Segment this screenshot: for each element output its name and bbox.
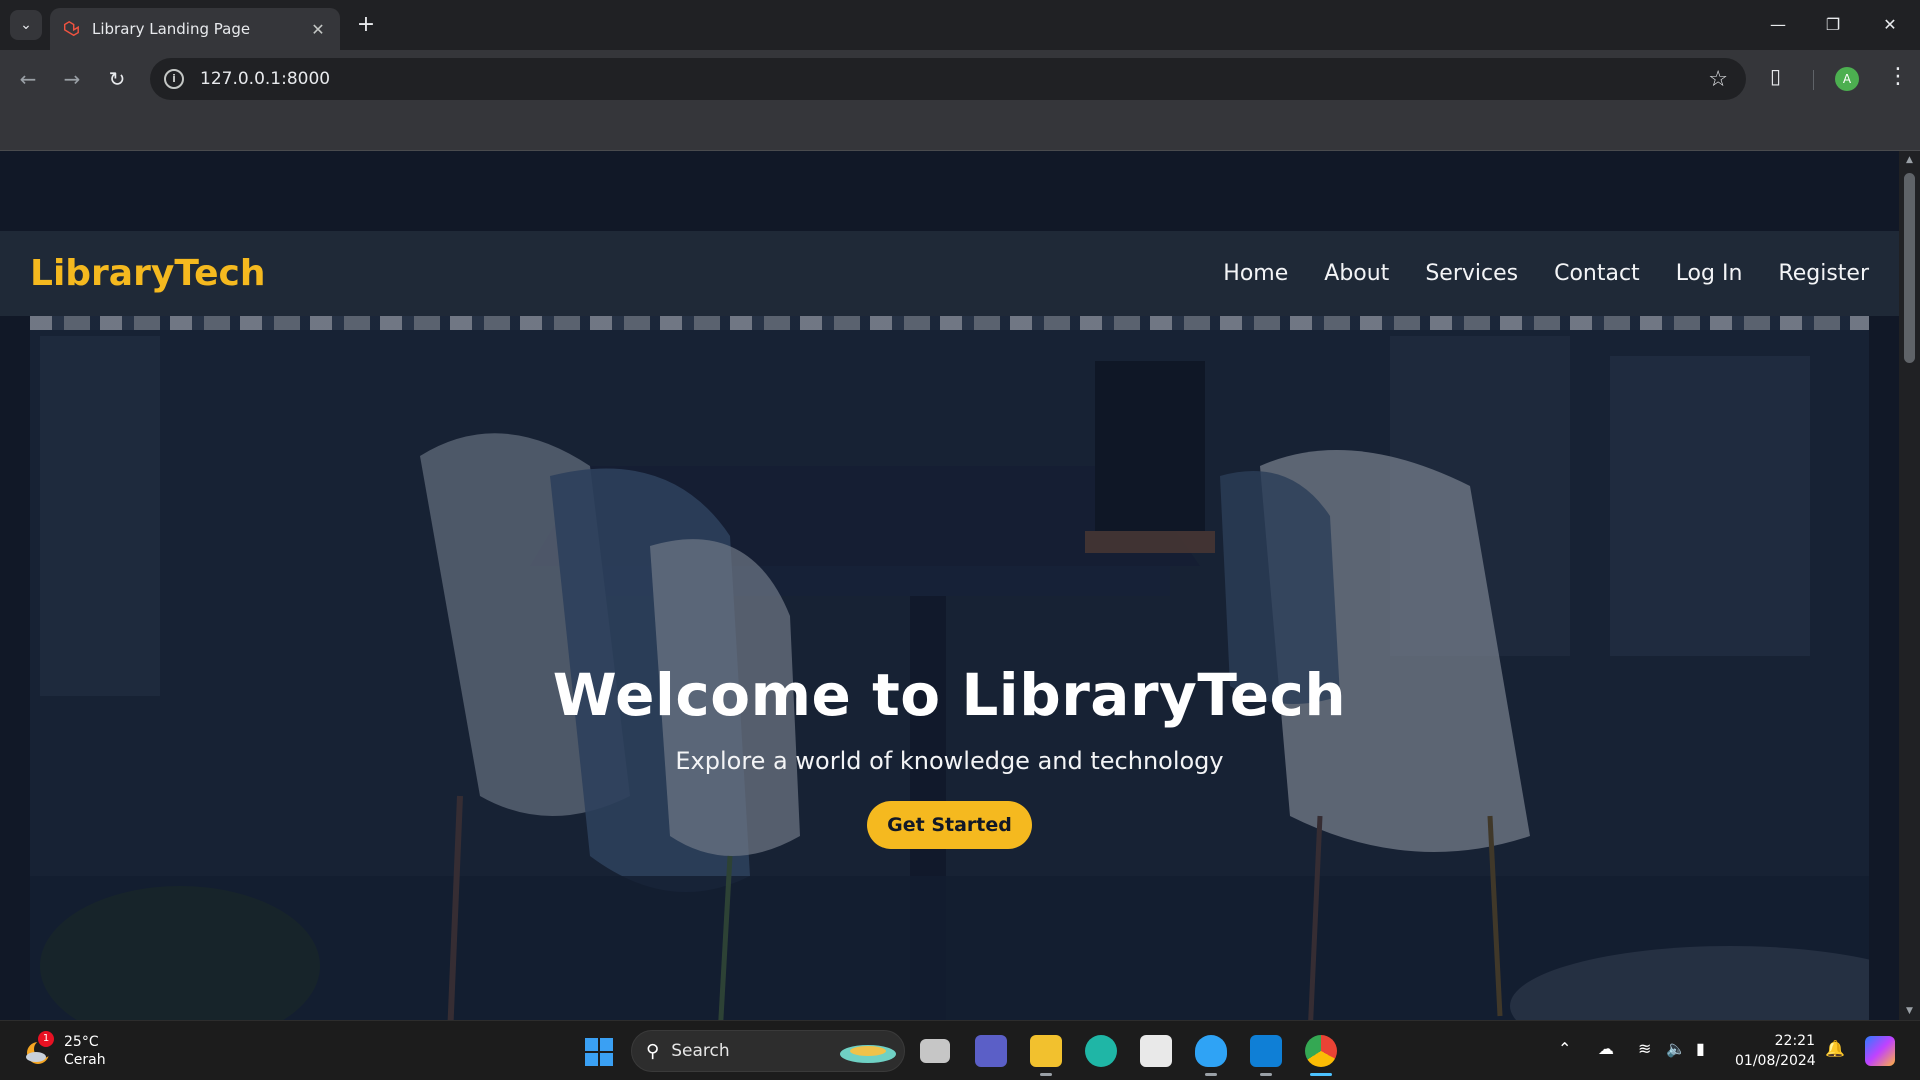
vscode-icon[interactable] (1250, 1035, 1282, 1067)
nav-link-services[interactable]: Services (1425, 261, 1518, 286)
url-text[interactable]: 127.0.0.1:8000 (200, 69, 330, 89)
file-explorer-icon[interactable] (1030, 1035, 1062, 1067)
laravel-favicon-icon (63, 20, 79, 37)
volume-icon[interactable]: 🔈 (1666, 1039, 1686, 1058)
notification-bell-icon[interactable]: 🔔 (1825, 1039, 1845, 1058)
nav-link-about[interactable]: About (1324, 261, 1389, 286)
get-started-button[interactable]: Get Started (867, 801, 1032, 849)
search-highlight-icon (840, 1045, 896, 1063)
bookmark-star-icon[interactable]: ☆ (1708, 67, 1728, 92)
wifi-icon[interactable]: ≋ (1638, 1039, 1651, 1058)
page-scrollbar[interactable]: ▲ ▼ (1899, 151, 1920, 1020)
nav-link-login[interactable]: Log In (1676, 261, 1743, 286)
nav-link-register[interactable]: Register (1778, 261, 1869, 286)
browser-toolbar: ← → ↻ i 127.0.0.1:8000 ☆ ▯ A ⋮ (0, 50, 1920, 108)
file-explorer-indicator (1040, 1073, 1052, 1076)
nav-links: Home About Services Contact Log In Regis… (1223, 261, 1869, 286)
weather-moon-icon: 1 (24, 1031, 56, 1067)
site-info-icon[interactable]: i (164, 69, 184, 89)
battery-icon[interactable]: ▮ (1696, 1039, 1705, 1058)
active-tab[interactable]: Library Landing Page ✕ (50, 8, 340, 50)
edge-icon[interactable] (1085, 1035, 1117, 1067)
clock-time: 22:21 (1774, 1033, 1815, 1049)
tray-chevron-up-icon[interactable]: ⌃ (1558, 1039, 1571, 1058)
scroll-down-icon[interactable]: ▼ (1899, 1006, 1920, 1016)
taskbar: 1 25°C Cerah ⚲ Search ⌃ ☁ ≋ 🔈 ▮ 22:21 01… (0, 1020, 1920, 1080)
back-icon[interactable]: ← (13, 64, 43, 94)
extensions-icon[interactable]: ▯ (1770, 64, 1781, 88)
close-window-icon[interactable]: ✕ (1870, 8, 1910, 42)
search-label: Search (671, 1041, 730, 1061)
restore-icon[interactable]: ❐ (1813, 8, 1853, 42)
toolbar-divider (1813, 70, 1814, 90)
taskbar-search[interactable]: ⚲ Search (631, 1030, 905, 1072)
weather-desc: Cerah (64, 1052, 106, 1068)
address-bar[interactable]: i 127.0.0.1:8000 ☆ (150, 58, 1746, 100)
nav-link-contact[interactable]: Contact (1554, 261, 1640, 286)
forward-icon[interactable]: → (57, 64, 87, 94)
copilot-icon[interactable] (1865, 1036, 1895, 1066)
store-icon[interactable] (1140, 1035, 1172, 1067)
minimize-icon[interactable]: — (1758, 8, 1798, 42)
menu-kebab-icon[interactable]: ⋮ (1887, 64, 1909, 89)
chrome-active-indicator (1310, 1073, 1332, 1076)
app-icon[interactable] (1195, 1035, 1227, 1067)
scroll-up-icon[interactable]: ▲ (1899, 155, 1920, 165)
search-icon: ⚲ (646, 1040, 660, 1062)
hero-title: Welcome to LibraryTech (552, 661, 1347, 729)
weather-text: 25°C Cerah (64, 1033, 106, 1069)
tab-strip: ⌄ Library Landing Page ✕ + — ❐ ✕ (0, 0, 1920, 50)
bookmark-bar (0, 108, 1920, 151)
onedrive-cloud-icon[interactable]: ☁ (1598, 1039, 1614, 1058)
tab-title: Library Landing Page (92, 20, 251, 38)
hero-content: Welcome to LibraryTech Explore a world o… (30, 661, 1869, 849)
reload-icon[interactable]: ↻ (102, 64, 132, 94)
system-clock[interactable]: 22:21 01/08/2024 (1735, 1031, 1816, 1071)
hero-subtitle: Explore a world of knowledge and technol… (675, 747, 1224, 775)
windows-start-icon[interactable] (584, 1037, 614, 1067)
nav-link-home[interactable]: Home (1223, 261, 1288, 286)
weather-badge: 1 (38, 1031, 54, 1047)
teams-icon[interactable] (975, 1035, 1007, 1067)
tab-search-chevron-icon[interactable]: ⌄ (10, 10, 42, 40)
clock-date: 01/08/2024 (1735, 1053, 1816, 1069)
site-navbar: LibraryTech Home About Services Contact … (0, 231, 1899, 316)
scroll-thumb[interactable] (1904, 173, 1915, 363)
new-tab-button[interactable]: + (352, 12, 380, 40)
task-view-icon[interactable] (920, 1039, 950, 1063)
chrome-icon[interactable] (1305, 1035, 1337, 1067)
profile-avatar[interactable]: A (1835, 67, 1859, 91)
app-indicator (1205, 1073, 1217, 1076)
brand-logo[interactable]: LibraryTech (30, 253, 1223, 294)
hero-section: Welcome to LibraryTech Explore a world o… (30, 316, 1869, 1020)
vscode-indicator (1260, 1073, 1272, 1076)
weather-temp: 25°C (64, 1034, 99, 1050)
page-viewport: LibraryTech Home About Services Contact … (0, 151, 1899, 1020)
tab-close-icon[interactable]: ✕ (308, 20, 328, 39)
weather-widget[interactable]: 1 25°C Cerah (24, 1031, 106, 1069)
